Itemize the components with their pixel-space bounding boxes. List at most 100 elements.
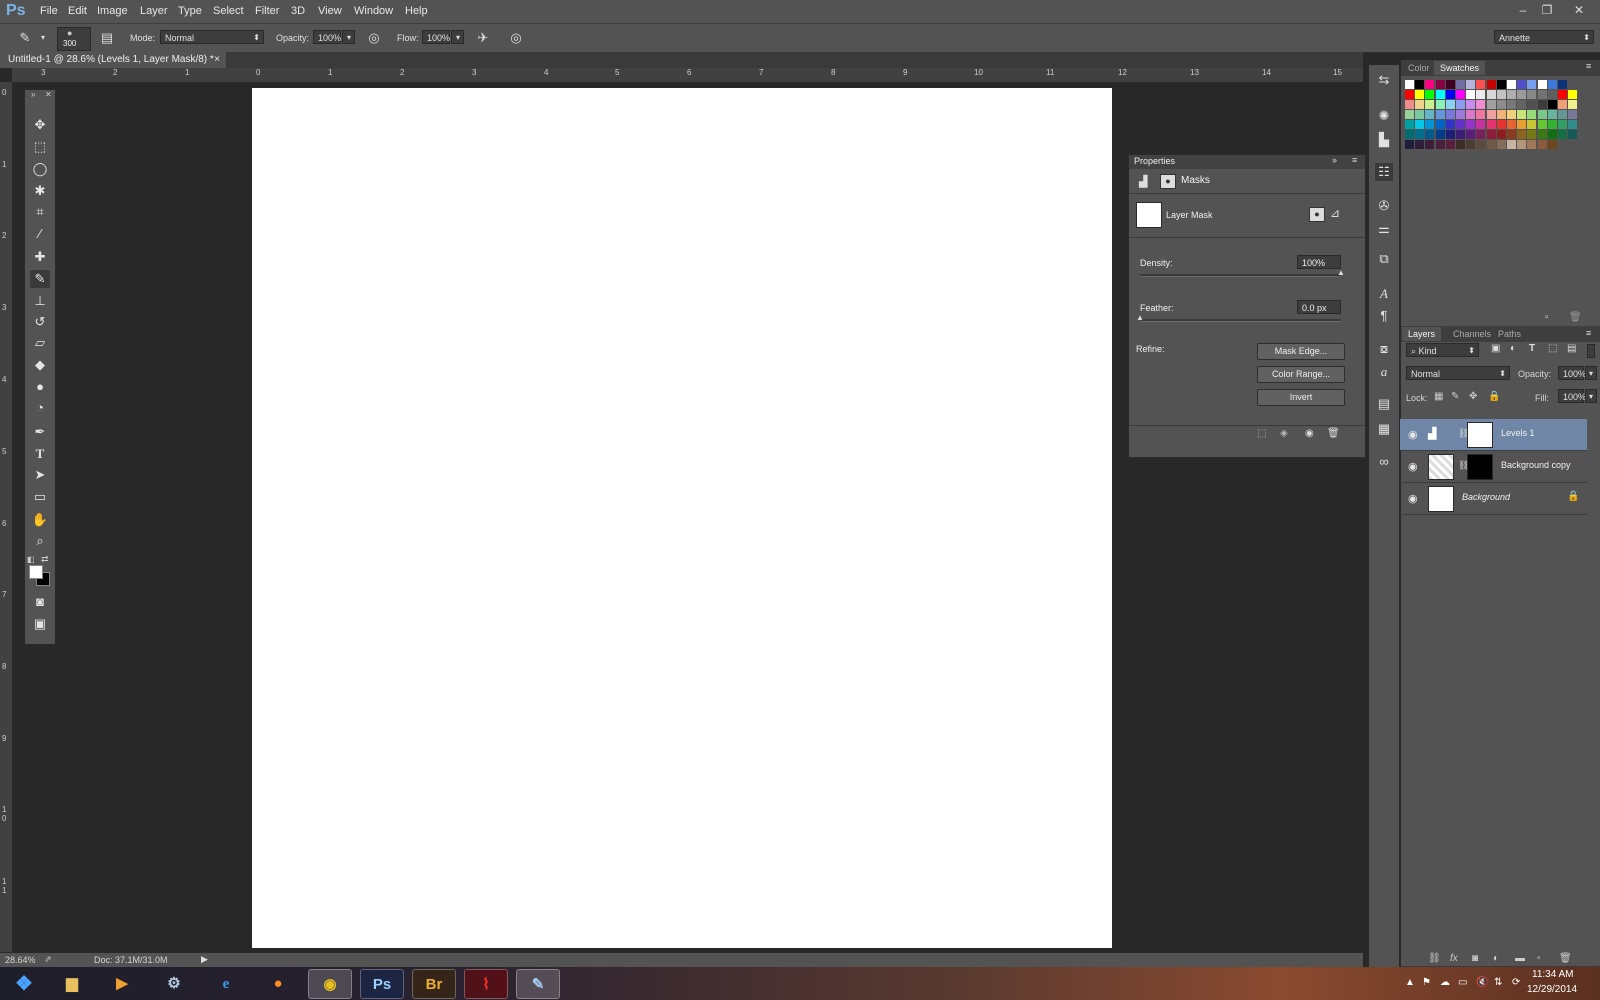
color-swatch[interactable]	[1466, 120, 1476, 129]
color-swatch[interactable]	[1466, 80, 1476, 89]
screen-mode-icon[interactable]: ▣	[30, 615, 50, 633]
swap-colors-icon[interactable]: ⇄	[41, 554, 49, 565]
color-swatch[interactable]	[1425, 120, 1435, 129]
color-swatch[interactable]	[1405, 120, 1414, 129]
color-swatch[interactable]	[1517, 90, 1527, 99]
workspace-dropdown[interactable]: Annette ⬍	[1494, 30, 1594, 44]
brush-panel-icon[interactable]: ▤	[98, 29, 116, 47]
color-swatch[interactable]	[1537, 110, 1547, 119]
color-swatch[interactable]	[1496, 90, 1506, 99]
flow-field[interactable]: 100%	[422, 30, 450, 44]
visibility-eye-icon[interactable]: ◉	[1408, 428, 1418, 441]
color-swatch[interactable]	[1415, 80, 1425, 89]
color-swatch[interactable]	[1517, 140, 1527, 149]
color-swatch[interactable]	[1496, 100, 1506, 109]
color-swatch[interactable]	[1496, 130, 1506, 139]
lock-pixels-icon[interactable]: ✎	[1451, 391, 1459, 402]
mask-edge-button[interactable]: Mask Edge...	[1257, 343, 1345, 360]
color-swatch[interactable]	[1425, 140, 1435, 149]
density-field[interactable]: 100%	[1297, 255, 1341, 269]
collapse-icon[interactable]: »	[31, 90, 35, 99]
color-swatch[interactable]	[1486, 110, 1496, 119]
ruler-top[interactable]: 3 2 1 0 1 2 3 4 5 6 7 8 9 10 11 12 13 14…	[12, 68, 1363, 83]
eyedropper-tool-icon[interactable]: ⁄	[30, 225, 50, 243]
menu-type[interactable]: Type	[178, 5, 202, 17]
color-swatch[interactable]	[1415, 110, 1425, 119]
layer-opacity-field[interactable]: 100%	[1558, 366, 1586, 380]
color-swatch[interactable]	[1466, 110, 1476, 119]
color-swatch[interactable]	[1476, 90, 1486, 99]
color-swatch[interactable]	[1425, 110, 1435, 119]
color-swatch[interactable]	[1435, 100, 1445, 109]
start-button[interactable]: ❖	[2, 969, 46, 999]
color-swatch[interactable]	[1445, 90, 1455, 99]
eraser-tool-icon[interactable]: ▱	[30, 334, 50, 352]
menu-view[interactable]: View	[318, 5, 342, 17]
layer-mask-thumbnail[interactable]	[1467, 454, 1493, 480]
layer-row[interactable]: ◉ ⛓ Background copy	[1400, 451, 1587, 483]
color-swatch[interactable]	[1415, 120, 1425, 129]
pen-tool-icon[interactable]: ✒	[30, 423, 50, 441]
collapse-panel-icon[interactable]: »	[1332, 155, 1337, 165]
color-swatch[interactable]	[1476, 140, 1486, 149]
color-swatch[interactable]	[1517, 130, 1527, 139]
visibility-eye-icon[interactable]: ◉	[1408, 460, 1418, 473]
color-swatch[interactable]	[1405, 130, 1414, 139]
tab-color[interactable]: Color	[1402, 61, 1436, 75]
color-range-button[interactable]: Color Range...	[1257, 366, 1345, 383]
swatch-grid[interactable]	[1405, 80, 1595, 170]
layer-mask-thumbnail[interactable]	[1467, 422, 1493, 448]
color-swatch[interactable]	[1445, 110, 1455, 119]
color-swatch[interactable]	[1507, 120, 1516, 129]
marquee-tool-icon[interactable]: ⬚	[30, 138, 50, 156]
taskbar-time[interactable]: 11:34 AM	[1532, 969, 1574, 980]
foreground-color-swatch[interactable]	[29, 565, 43, 579]
color-swatch[interactable]	[1445, 140, 1455, 149]
ruler-left[interactable]: 0 1 2 3 4 5 6 7 8 9 1 0 1 1	[0, 82, 13, 952]
internet-explorer-icon[interactable]: e	[204, 969, 248, 999]
mask-thumbnail[interactable]	[1136, 202, 1162, 228]
quick-mask-icon[interactable]: ◙	[30, 593, 50, 611]
lasso-tool-icon[interactable]: ◯	[30, 160, 50, 178]
notes-icon[interactable]: ▤	[1375, 395, 1393, 413]
minimize-button[interactable]: –	[1513, 2, 1533, 18]
acrobat-icon[interactable]: ⌇	[464, 969, 508, 999]
creative-cloud-icon[interactable]: ∞	[1375, 453, 1393, 471]
default-colors-icon[interactable]: ◧	[27, 555, 35, 564]
filter-toggle[interactable]	[1587, 344, 1595, 358]
delete-layer-icon[interactable]: 🗑	[1559, 953, 1572, 964]
color-swatch[interactable]	[1486, 140, 1496, 149]
mode-dropdown[interactable]: Normal ⬍	[160, 30, 264, 44]
color-swatch[interactable]	[1547, 110, 1557, 119]
color-swatch[interactable]	[1547, 120, 1557, 129]
fill-field[interactable]: 100%	[1558, 389, 1586, 403]
color-swatch[interactable]	[1456, 140, 1465, 149]
color-swatch[interactable]	[1496, 80, 1506, 89]
pressure-size-icon[interactable]: ◎	[507, 29, 525, 47]
color-swatch[interactable]	[1456, 120, 1465, 129]
document-tab[interactable]: Untitled-1 @ 28.6% (Levels 1, Layer Mask…	[0, 52, 226, 68]
color-swatch[interactable]	[1415, 100, 1425, 109]
histogram-icon[interactable]: ▙	[1375, 131, 1393, 149]
color-swatch[interactable]	[1476, 120, 1486, 129]
color-swatch[interactable]	[1568, 120, 1578, 129]
color-swatch[interactable]	[1415, 130, 1425, 139]
panel-menu-icon[interactable]: ≡	[1586, 61, 1591, 71]
color-swatch[interactable]	[1496, 110, 1506, 119]
character-icon[interactable]: A	[1375, 285, 1393, 303]
color-swatch[interactable]	[1405, 110, 1414, 119]
color-swatch[interactable]	[1476, 80, 1486, 89]
menu-window[interactable]: Window	[354, 5, 393, 17]
move-tool-icon[interactable]: ✥	[30, 116, 50, 134]
tab-paths[interactable]: Paths	[1492, 327, 1527, 341]
color-swatch[interactable]	[1466, 140, 1476, 149]
blur-tool-icon[interactable]: ●	[30, 378, 50, 396]
color-swatch[interactable]	[1405, 100, 1414, 109]
color-swatch[interactable]	[1537, 140, 1547, 149]
color-swatch[interactable]	[1527, 130, 1537, 139]
color-swatch[interactable]	[1507, 90, 1516, 99]
steam-icon[interactable]: ⚙	[152, 969, 196, 999]
color-swatch[interactable]	[1527, 100, 1537, 109]
fill-dropdown[interactable]: ▾	[1585, 389, 1597, 403]
color-swatch[interactable]	[1537, 100, 1547, 109]
